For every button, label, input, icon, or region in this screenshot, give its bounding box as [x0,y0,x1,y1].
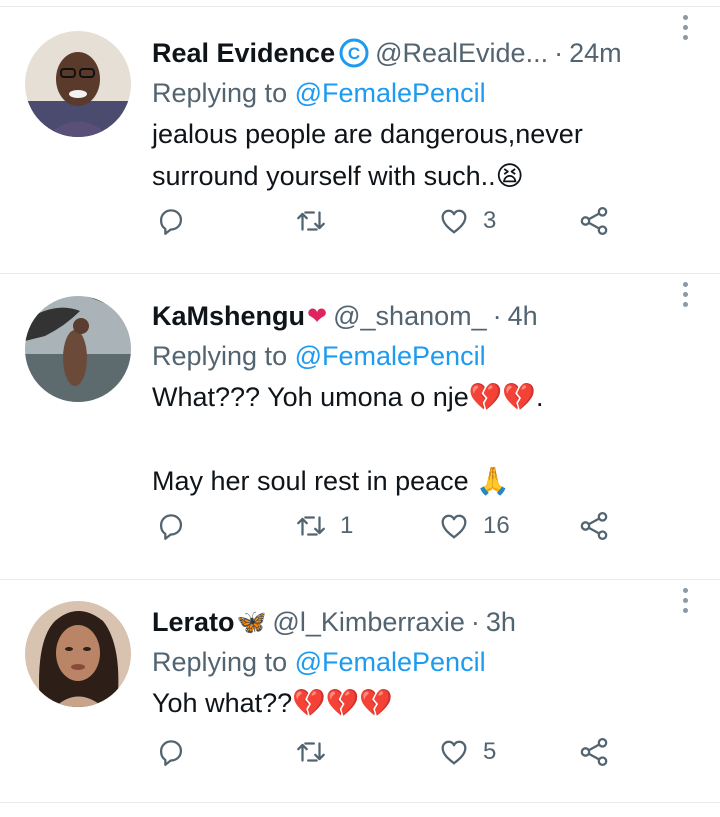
top-divider [0,0,720,7]
tweet[interactable]: Real Evidence C @RealEvide... · 24m Repl… [0,7,720,274]
mention-link[interactable]: @FemalePencil [295,341,486,371]
reply-icon [159,209,183,235]
avatar[interactable] [25,31,131,137]
separator: · [554,37,564,68]
verified-badge-icon: C [339,38,369,68]
like-count: 3 [483,207,497,234]
replying-label: Replying to [152,78,295,108]
reply-button[interactable] [154,201,200,241]
handle[interactable]: @_shanom_ [333,301,487,332]
like-count: 16 [483,512,510,539]
heart-emoji: ❤ [307,302,328,330]
tweet-text: What??? Yoh umona o nje💔💔. May her soul … [152,382,544,496]
share-icon [580,206,608,236]
timestamp[interactable]: 4h [508,301,538,332]
heart-icon [441,209,467,234]
replying-label: Replying to [152,341,295,371]
tweet[interactable]: KaMshengu ❤ @_shanom_ · 4h Replying to @… [0,274,720,580]
handle[interactable]: @RealEvide... [375,38,548,69]
timestamp[interactable]: 3h [486,607,516,638]
reply-icon [159,740,183,766]
display-name[interactable]: Lerato [152,607,235,638]
replying-to: Replying to @FemalePencil [152,73,690,113]
timestamp[interactable]: 24m [569,38,622,69]
like-button[interactable]: 3 [437,201,496,241]
avatar[interactable] [25,601,131,707]
tweet-text: Yoh what??💔💔💔 [152,688,393,718]
display-name[interactable]: KaMshengu [152,301,305,332]
share-button[interactable] [577,732,611,772]
action-bar: 1 16 [152,506,622,546]
share-icon [580,737,608,767]
svg-text:C: C [348,44,360,63]
mention-link[interactable]: @FemalePencil [295,647,486,677]
replying-to: Replying to @FemalePencil [152,642,690,682]
separator: · [470,606,480,637]
more-icon[interactable] [678,588,692,613]
like-button[interactable]: 5 [437,732,496,772]
reply-icon [159,514,183,540]
retweet-icon [297,516,325,536]
share-button[interactable] [577,201,611,241]
more-icon[interactable] [678,15,692,40]
share-button[interactable] [577,506,611,546]
heart-icon [441,740,467,765]
like-count: 5 [483,738,497,765]
reply-button[interactable] [154,732,200,772]
like-button[interactable]: 16 [437,506,510,546]
heart-icon [441,514,467,539]
avatar[interactable] [25,296,131,402]
reply-button[interactable] [154,506,200,546]
tweet-text: jealous people are dangerous,never surro… [152,119,583,191]
retweet-icon [297,742,325,762]
retweet-button[interactable] [294,732,340,772]
handle[interactable]: @l_Kimberraxie [272,607,464,638]
retweet-button[interactable] [294,201,340,241]
action-bar: 5 [152,732,622,772]
action-bar: 3 [152,201,622,241]
share-icon [580,511,608,541]
retweet-button[interactable]: 1 [294,506,353,546]
mention-link[interactable]: @FemalePencil [295,78,486,108]
display-name[interactable]: Real Evidence [152,38,335,69]
retweet-count: 1 [340,512,354,539]
tweet[interactable]: Lerato 🦋 @l_Kimberraxie · 3h Replying to… [0,580,720,803]
butterfly-emoji: 🦋 [236,608,267,636]
replying-to: Replying to @FemalePencil [152,336,690,376]
retweet-icon [297,211,325,231]
separator: · [492,300,502,331]
replying-label: Replying to [152,647,295,677]
more-icon[interactable] [678,282,692,307]
